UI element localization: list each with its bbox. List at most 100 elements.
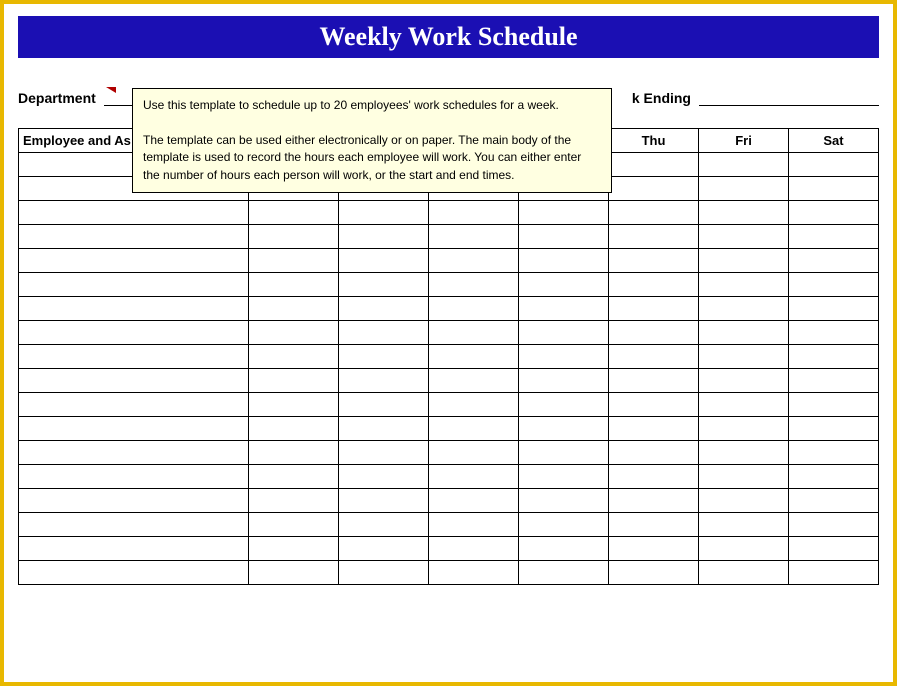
table-cell[interactable] bbox=[519, 465, 609, 489]
table-cell[interactable] bbox=[789, 417, 879, 441]
table-cell[interactable] bbox=[699, 225, 789, 249]
table-cell[interactable] bbox=[339, 417, 429, 441]
table-cell[interactable] bbox=[609, 249, 699, 273]
table-cell[interactable] bbox=[789, 369, 879, 393]
table-cell[interactable] bbox=[339, 345, 429, 369]
table-cell[interactable] bbox=[699, 177, 789, 201]
table-cell[interactable] bbox=[609, 273, 699, 297]
table-cell[interactable] bbox=[699, 417, 789, 441]
table-cell[interactable] bbox=[19, 537, 249, 561]
table-cell[interactable] bbox=[429, 537, 519, 561]
table-cell[interactable] bbox=[429, 321, 519, 345]
table-cell[interactable] bbox=[339, 561, 429, 585]
table-cell[interactable] bbox=[609, 561, 699, 585]
table-cell[interactable] bbox=[789, 537, 879, 561]
table-cell[interactable] bbox=[789, 225, 879, 249]
table-cell[interactable] bbox=[249, 297, 339, 321]
table-cell[interactable] bbox=[519, 561, 609, 585]
table-cell[interactable] bbox=[249, 393, 339, 417]
table-cell[interactable] bbox=[249, 225, 339, 249]
table-cell[interactable] bbox=[609, 513, 699, 537]
table-cell[interactable] bbox=[429, 225, 519, 249]
table-cell[interactable] bbox=[789, 489, 879, 513]
table-cell[interactable] bbox=[429, 201, 519, 225]
table-cell[interactable] bbox=[429, 561, 519, 585]
table-cell[interactable] bbox=[699, 297, 789, 321]
table-cell[interactable] bbox=[339, 513, 429, 537]
table-cell[interactable] bbox=[519, 225, 609, 249]
table-cell[interactable] bbox=[429, 369, 519, 393]
table-cell[interactable] bbox=[429, 441, 519, 465]
table-cell[interactable] bbox=[609, 177, 699, 201]
table-cell[interactable] bbox=[609, 369, 699, 393]
table-cell[interactable] bbox=[789, 465, 879, 489]
table-cell[interactable] bbox=[519, 369, 609, 393]
table-cell[interactable] bbox=[609, 489, 699, 513]
table-cell[interactable] bbox=[19, 441, 249, 465]
table-cell[interactable] bbox=[609, 345, 699, 369]
table-cell[interactable] bbox=[19, 465, 249, 489]
table-cell[interactable] bbox=[789, 273, 879, 297]
table-cell[interactable] bbox=[789, 177, 879, 201]
table-cell[interactable] bbox=[699, 369, 789, 393]
table-cell[interactable] bbox=[19, 225, 249, 249]
table-cell[interactable] bbox=[249, 273, 339, 297]
table-cell[interactable] bbox=[19, 321, 249, 345]
table-cell[interactable] bbox=[339, 297, 429, 321]
table-cell[interactable] bbox=[609, 393, 699, 417]
table-cell[interactable] bbox=[19, 201, 249, 225]
table-cell[interactable] bbox=[429, 345, 519, 369]
table-cell[interactable] bbox=[609, 537, 699, 561]
table-cell[interactable] bbox=[249, 345, 339, 369]
table-cell[interactable] bbox=[249, 465, 339, 489]
table-cell[interactable] bbox=[249, 489, 339, 513]
table-cell[interactable] bbox=[19, 369, 249, 393]
table-cell[interactable] bbox=[249, 561, 339, 585]
table-cell[interactable] bbox=[789, 513, 879, 537]
table-cell[interactable] bbox=[339, 489, 429, 513]
table-cell[interactable] bbox=[699, 345, 789, 369]
table-cell[interactable] bbox=[789, 441, 879, 465]
table-cell[interactable] bbox=[519, 417, 609, 441]
table-cell[interactable] bbox=[339, 465, 429, 489]
table-cell[interactable] bbox=[519, 201, 609, 225]
table-cell[interactable] bbox=[609, 297, 699, 321]
table-cell[interactable] bbox=[519, 489, 609, 513]
table-cell[interactable] bbox=[699, 153, 789, 177]
table-cell[interactable] bbox=[789, 201, 879, 225]
table-cell[interactable] bbox=[519, 393, 609, 417]
table-cell[interactable] bbox=[19, 297, 249, 321]
table-cell[interactable] bbox=[19, 489, 249, 513]
table-cell[interactable] bbox=[789, 321, 879, 345]
week-ending-input-line[interactable] bbox=[699, 88, 879, 106]
table-cell[interactable] bbox=[339, 393, 429, 417]
table-cell[interactable] bbox=[699, 249, 789, 273]
table-cell[interactable] bbox=[789, 561, 879, 585]
table-cell[interactable] bbox=[19, 393, 249, 417]
table-cell[interactable] bbox=[609, 201, 699, 225]
table-cell[interactable] bbox=[249, 537, 339, 561]
table-cell[interactable] bbox=[339, 537, 429, 561]
table-cell[interactable] bbox=[699, 321, 789, 345]
table-cell[interactable] bbox=[699, 201, 789, 225]
table-cell[interactable] bbox=[789, 249, 879, 273]
table-cell[interactable] bbox=[519, 249, 609, 273]
table-cell[interactable] bbox=[519, 537, 609, 561]
table-cell[interactable] bbox=[789, 393, 879, 417]
table-cell[interactable] bbox=[519, 345, 609, 369]
table-cell[interactable] bbox=[789, 345, 879, 369]
table-cell[interactable] bbox=[609, 441, 699, 465]
table-cell[interactable] bbox=[609, 417, 699, 441]
table-cell[interactable] bbox=[339, 369, 429, 393]
table-cell[interactable] bbox=[519, 297, 609, 321]
table-cell[interactable] bbox=[789, 153, 879, 177]
table-cell[interactable] bbox=[699, 561, 789, 585]
table-cell[interactable] bbox=[519, 321, 609, 345]
table-cell[interactable] bbox=[19, 249, 249, 273]
table-cell[interactable] bbox=[249, 201, 339, 225]
table-cell[interactable] bbox=[339, 201, 429, 225]
table-cell[interactable] bbox=[429, 297, 519, 321]
table-cell[interactable] bbox=[249, 513, 339, 537]
table-cell[interactable] bbox=[429, 489, 519, 513]
table-cell[interactable] bbox=[339, 225, 429, 249]
